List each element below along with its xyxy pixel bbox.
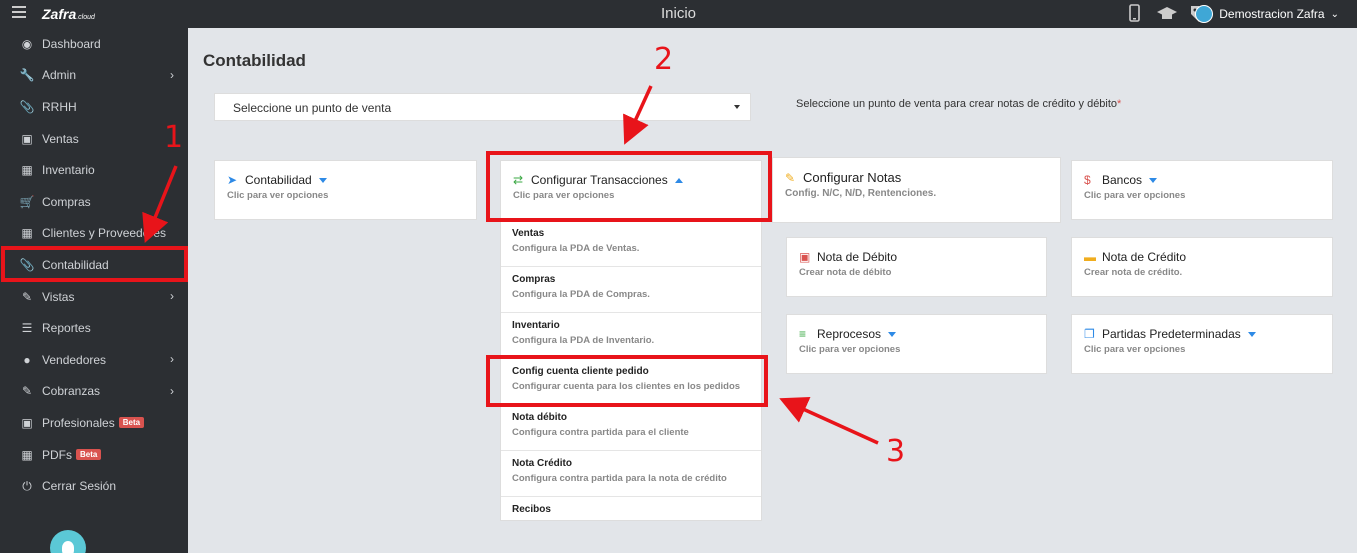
arrow-2	[623, 85, 653, 145]
annotation-arrows	[142, 85, 879, 445]
arrow-1	[142, 165, 178, 243]
arrow-3	[779, 397, 879, 445]
